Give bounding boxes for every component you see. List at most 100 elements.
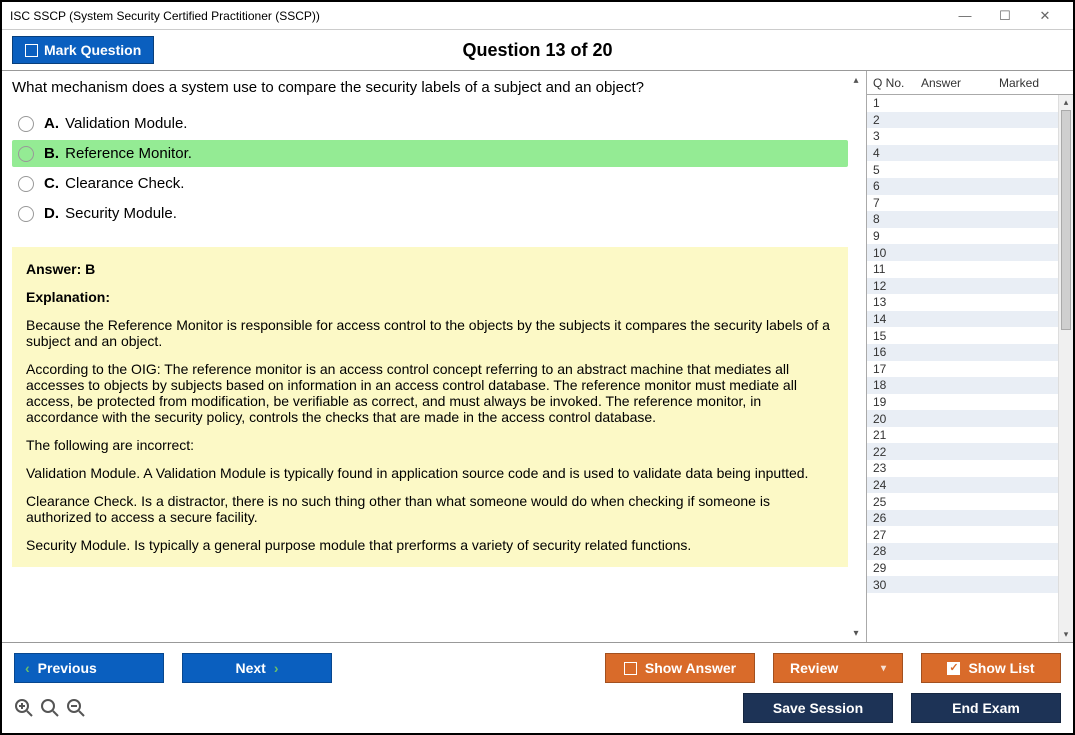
chevron-down-icon: ▾ bbox=[881, 663, 886, 674]
row-qno: 21 bbox=[873, 428, 921, 442]
question-panel: ▴ ▾ What mechanism does a system use to … bbox=[2, 71, 866, 642]
close-button[interactable]: ✕ bbox=[1025, 4, 1065, 28]
question-list-row[interactable]: 21 bbox=[867, 427, 1073, 444]
question-list-row[interactable]: 19 bbox=[867, 394, 1073, 411]
question-list-row[interactable]: 14 bbox=[867, 311, 1073, 328]
previous-label: Previous bbox=[38, 660, 97, 676]
options-list: A. Validation Module. B. Reference Monito… bbox=[12, 110, 848, 227]
zoom-in-icon[interactable] bbox=[14, 698, 34, 718]
titlebar: ISC SSCP (System Security Certified Prac… bbox=[2, 2, 1073, 30]
row-qno: 3 bbox=[873, 129, 921, 143]
zoom-reset-icon[interactable] bbox=[40, 698, 60, 718]
previous-button[interactable]: ‹ Previous bbox=[14, 653, 164, 683]
question-list-row[interactable]: 3 bbox=[867, 128, 1073, 145]
save-session-button[interactable]: Save Session bbox=[743, 693, 893, 723]
show-answer-button[interactable]: Show Answer bbox=[605, 653, 755, 683]
option-row-c[interactable]: C. Clearance Check. bbox=[12, 170, 848, 197]
scrollbar-thumb[interactable] bbox=[1061, 110, 1071, 330]
option-row-a[interactable]: A. Validation Module. bbox=[12, 110, 848, 137]
mark-question-button[interactable]: Mark Question bbox=[12, 36, 154, 64]
app-window: ISC SSCP (System Security Certified Prac… bbox=[0, 0, 1075, 735]
question-list[interactable]: 1234567891011121314151617181920212223242… bbox=[867, 95, 1073, 642]
show-list-button[interactable]: Show List bbox=[921, 653, 1061, 683]
question-scroll-area[interactable]: What mechanism does a system use to comp… bbox=[2, 71, 866, 642]
question-list-row[interactable]: 20 bbox=[867, 410, 1073, 427]
question-list-row[interactable]: 26 bbox=[867, 510, 1073, 527]
scroll-down-arrow-icon[interactable]: ▾ bbox=[1059, 627, 1073, 642]
row-qno: 24 bbox=[873, 478, 921, 492]
row-qno: 17 bbox=[873, 362, 921, 376]
question-list-row[interactable]: 1 bbox=[867, 95, 1073, 112]
explanation-paragraph: Because the Reference Monitor is respons… bbox=[26, 317, 834, 349]
question-list-row[interactable]: 25 bbox=[867, 493, 1073, 510]
option-row-b[interactable]: B. Reference Monitor. bbox=[12, 140, 848, 167]
explanation-paragraph: Clearance Check. Is a distractor, there … bbox=[26, 493, 834, 525]
save-session-label: Save Session bbox=[773, 700, 863, 716]
question-list-row[interactable]: 17 bbox=[867, 361, 1073, 378]
question-list-row[interactable]: 12 bbox=[867, 278, 1073, 295]
zoom-out-icon[interactable] bbox=[66, 698, 86, 718]
option-text: D. Security Module. bbox=[44, 205, 177, 222]
scroll-up-arrow-icon[interactable]: ▴ bbox=[1059, 95, 1073, 110]
question-list-row[interactable]: 5 bbox=[867, 161, 1073, 178]
explanation-paragraph: According to the OIG: The reference moni… bbox=[26, 361, 834, 425]
question-list-row[interactable]: 27 bbox=[867, 526, 1073, 543]
button-row-2: Save Session End Exam bbox=[14, 693, 1061, 723]
minimize-button[interactable]: — bbox=[945, 4, 985, 28]
mark-question-label: Mark Question bbox=[44, 42, 141, 58]
question-list-row[interactable]: 29 bbox=[867, 560, 1073, 577]
scroll-up-icon[interactable]: ▴ bbox=[849, 73, 863, 87]
option-row-d[interactable]: D. Security Module. bbox=[12, 200, 848, 227]
question-list-row[interactable]: 23 bbox=[867, 460, 1073, 477]
question-list-row[interactable]: 7 bbox=[867, 195, 1073, 212]
window-controls: — ☐ ✕ bbox=[945, 4, 1065, 28]
header-row: Mark Question Question 13 of 20 bbox=[2, 30, 1073, 70]
question-list-row[interactable]: 11 bbox=[867, 261, 1073, 278]
question-list-row[interactable]: 30 bbox=[867, 576, 1073, 593]
question-list-row[interactable]: 8 bbox=[867, 211, 1073, 228]
question-list-scrollbar[interactable]: ▴ ▾ bbox=[1058, 95, 1073, 642]
question-list-row[interactable]: 10 bbox=[867, 244, 1073, 261]
row-qno: 7 bbox=[873, 196, 921, 210]
row-qno: 22 bbox=[873, 445, 921, 459]
main-content: ▴ ▾ What mechanism does a system use to … bbox=[2, 70, 1073, 643]
row-qno: 23 bbox=[873, 461, 921, 475]
question-list-row[interactable]: 22 bbox=[867, 443, 1073, 460]
end-exam-label: End Exam bbox=[952, 700, 1020, 716]
end-exam-button[interactable]: End Exam bbox=[911, 693, 1061, 723]
row-qno: 30 bbox=[873, 578, 921, 592]
radio-icon bbox=[18, 176, 34, 192]
window-title: ISC SSCP (System Security Certified Prac… bbox=[10, 9, 945, 23]
explanation-paragraphs: Because the Reference Monitor is respons… bbox=[26, 317, 834, 553]
question-list-panel: Q No. Answer Marked 12345678910111213141… bbox=[866, 71, 1073, 642]
question-list-row[interactable]: 28 bbox=[867, 543, 1073, 560]
question-list-row[interactable]: 16 bbox=[867, 344, 1073, 361]
row-qno: 9 bbox=[873, 229, 921, 243]
option-text: B. Reference Monitor. bbox=[44, 145, 192, 162]
question-list-row[interactable]: 2 bbox=[867, 112, 1073, 129]
row-qno: 15 bbox=[873, 329, 921, 343]
row-qno: 2 bbox=[873, 113, 921, 127]
radio-icon bbox=[18, 116, 34, 132]
row-qno: 5 bbox=[873, 163, 921, 177]
row-qno: 26 bbox=[873, 511, 921, 525]
question-list-header: Q No. Answer Marked bbox=[867, 71, 1073, 95]
question-list-row[interactable]: 15 bbox=[867, 327, 1073, 344]
row-qno: 19 bbox=[873, 395, 921, 409]
question-list-row[interactable]: 6 bbox=[867, 178, 1073, 195]
question-list-row[interactable]: 18 bbox=[867, 377, 1073, 394]
zoom-controls bbox=[14, 698, 86, 718]
maximize-button[interactable]: ☐ bbox=[985, 4, 1025, 28]
question-text: What mechanism does a system use to comp… bbox=[12, 79, 848, 96]
question-list-row[interactable]: 4 bbox=[867, 145, 1073, 162]
review-dropdown[interactable]: Review ▾ bbox=[773, 653, 903, 683]
explanation-paragraph: The following are incorrect: bbox=[26, 437, 834, 453]
question-list-row[interactable]: 9 bbox=[867, 228, 1073, 245]
row-qno: 11 bbox=[873, 262, 921, 276]
next-button[interactable]: Next › bbox=[182, 653, 332, 683]
scroll-down-icon[interactable]: ▾ bbox=[849, 626, 863, 640]
question-list-row[interactable]: 24 bbox=[867, 477, 1073, 494]
row-qno: 1 bbox=[873, 96, 921, 110]
question-list-row[interactable]: 13 bbox=[867, 294, 1073, 311]
checkbox-checked-icon bbox=[947, 662, 960, 675]
